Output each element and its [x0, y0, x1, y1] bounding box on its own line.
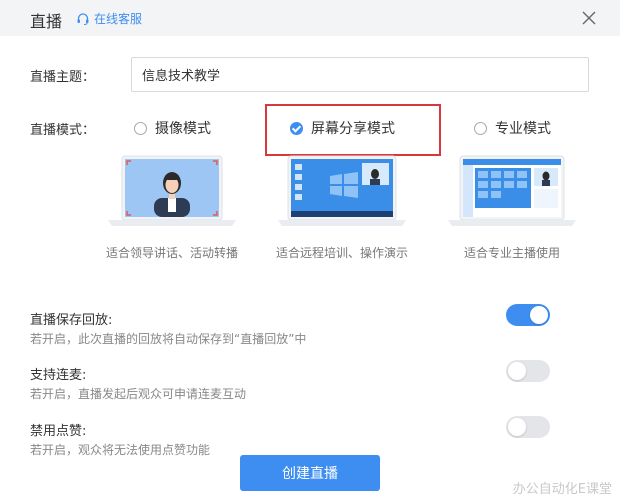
create-live-button[interactable]: 创建直播 — [240, 455, 380, 491]
save-playback-toggle[interactable] — [506, 304, 550, 326]
disable-likes-title: 禁用点赞: — [30, 424, 87, 439]
camera-mode-illustration[interactable] — [108, 154, 236, 230]
mode-option-professional[interactable]: 专业模式 — [474, 118, 551, 138]
dialog-header: 直播 在线客服 — [0, 0, 620, 36]
mode-option-professional-label: 专业模式 — [495, 121, 551, 137]
screen-share-mode-caption: 适合远程培训、操作演示 — [275, 246, 408, 260]
mic-link-desc: 若开启，直播发起后观众可申请连麦互动 — [30, 387, 247, 401]
radio-professional[interactable] — [474, 121, 487, 135]
mode-label: 直播模式： — [30, 123, 96, 138]
headset-icon — [77, 12, 89, 25]
mode-option-camera-label: 摄像模式 — [155, 121, 211, 137]
toggle-knob — [508, 362, 526, 380]
selected-mode-highlight — [265, 104, 441, 156]
topic-label: 直播主题： — [30, 70, 96, 85]
online-service-label: 在线客服 — [94, 12, 143, 26]
disable-likes-toggle[interactable] — [506, 416, 550, 438]
toggle-knob — [508, 418, 526, 436]
save-playback-title: 直播保存回放: — [30, 313, 113, 328]
radio-camera[interactable] — [134, 121, 147, 135]
watermark: 办公自动化E课堂 — [512, 482, 612, 497]
mic-link-toggle[interactable] — [506, 360, 550, 382]
professional-mode-caption: 适合专业主播使用 — [463, 246, 560, 260]
save-playback-desc: 若开启，此次直播的回放将自动保存到“直播回放”中 — [30, 332, 307, 346]
close-icon[interactable] — [580, 9, 598, 27]
toggle-knob — [530, 306, 548, 324]
mic-link-title: 支持连麦: — [30, 368, 87, 383]
mode-option-camera[interactable]: 摄像模式 — [134, 118, 211, 138]
disable-likes-desc: 若开启，观众将无法使用点赞功能 — [30, 443, 211, 457]
dialog-title: 直播 — [30, 12, 63, 31]
online-service-link[interactable]: 在线客服 — [76, 10, 142, 27]
camera-mode-caption: 适合领导讲话、活动转播 — [105, 246, 238, 260]
topic-input[interactable] — [131, 57, 589, 92]
screen-share-mode-illustration[interactable] — [278, 154, 406, 230]
professional-mode-illustration[interactable] — [448, 154, 576, 230]
